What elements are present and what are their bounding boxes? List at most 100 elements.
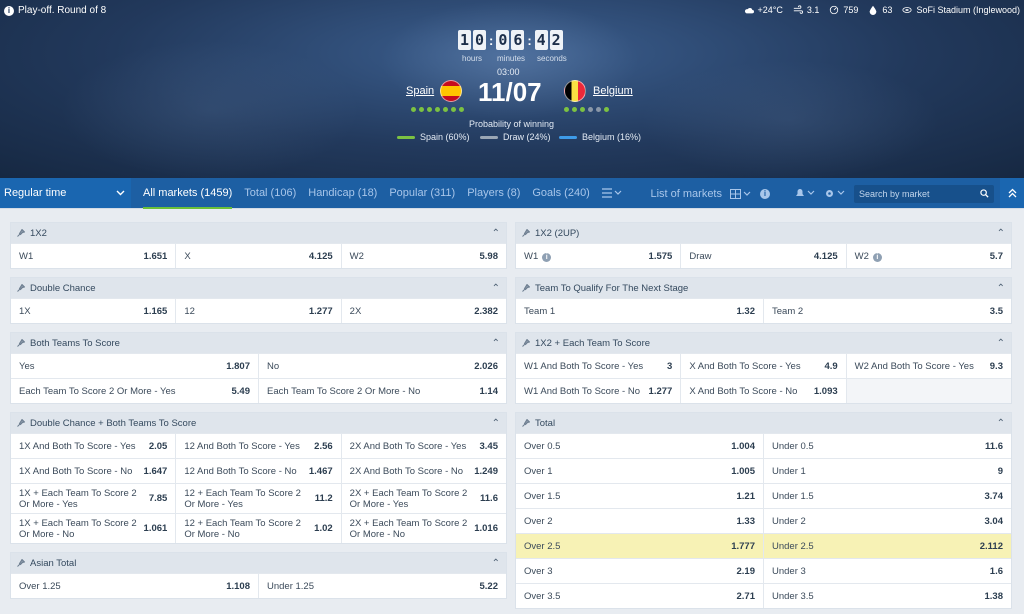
period-select[interactable]: Regular time — [0, 178, 131, 208]
tab-handicap[interactable]: Handicap (18) — [308, 178, 377, 209]
odds-cell[interactable]: W1 And Both To Score - No 1.277 — [516, 379, 682, 403]
chevron-up-icon[interactable]: ⌃ — [997, 283, 1005, 294]
pin-icon[interactable] — [522, 419, 530, 427]
odds-cell[interactable]: X 4.125 — [176, 244, 342, 268]
info-icon[interactable]: i — [872, 252, 882, 262]
odds-cell[interactable]: 1X And Both To Score - Yes 2.05 — [11, 434, 177, 458]
odds-cell[interactable]: 12 + Each Team To Score 2 Or More - Yes 1… — [176, 484, 342, 513]
odds-cell[interactable]: Yes 1.807 — [11, 354, 259, 378]
odds-cell[interactable]: Over 1.5 1.21 — [516, 484, 764, 508]
info-icon[interactable]: i — [542, 252, 552, 262]
odds-cell[interactable]: W1 And Both To Score - Yes 3 — [516, 354, 682, 378]
home-team-link[interactable]: Spain — [406, 85, 434, 97]
odds-cell[interactable]: 2X And Both To Score - Yes 3.45 — [342, 434, 506, 458]
odds-cell[interactable]: Under 1.5 3.74 — [764, 484, 1011, 508]
odds-cell[interactable]: 1X + Each Team To Score 2 Or More - No 1.… — [11, 514, 177, 543]
market-header[interactable]: Double Chance + Both Teams To Score ⌃ — [11, 413, 506, 433]
odds-cell[interactable]: Under 1 9 — [764, 459, 1011, 483]
odds-cell[interactable]: W2 And Both To Score - Yes 9.3 — [847, 354, 1011, 378]
chevron-up-icon[interactable]: ⌃ — [492, 558, 500, 569]
odds-cell[interactable]: 12 + Each Team To Score 2 Or More - No 1.… — [176, 514, 342, 543]
info-icon[interactable]: i — [760, 188, 770, 199]
odds-cell[interactable]: 2X And Both To Score - No 1.249 — [342, 459, 506, 483]
odds-cell[interactable]: Each Team To Score 2 Or More - No 1.14 — [259, 379, 506, 403]
odds-cell[interactable]: Team 1 1.32 — [516, 299, 764, 323]
tab-goals[interactable]: Goals (240) — [532, 178, 589, 209]
market-header[interactable]: Asian Total ⌃ — [11, 553, 506, 573]
pin-icon[interactable] — [17, 419, 25, 427]
odds-cell[interactable]: Under 3.5 1.38 — [764, 584, 1011, 608]
odds-cell[interactable]: 12 1.277 — [176, 299, 342, 323]
pin-icon[interactable] — [17, 339, 25, 347]
odds-cell[interactable]: X And Both To Score - Yes 4.9 — [681, 354, 847, 378]
grid-view-icon[interactable] — [730, 188, 752, 199]
search-icon[interactable] — [980, 189, 989, 198]
chevron-up-icon[interactable]: ⌃ — [492, 418, 500, 429]
odds-cell[interactable]: W1 1.651 — [11, 244, 177, 268]
market-header[interactable]: 1X2 (2UP) ⌃ — [516, 223, 1011, 243]
tab-popular[interactable]: Popular (311) — [389, 178, 455, 209]
odds-cell[interactable]: 12 And Both To Score - No 1.467 — [176, 459, 342, 483]
more-tabs-button[interactable] — [601, 178, 622, 209]
odds-cell[interactable]: Under 0.5 11.6 — [764, 434, 1011, 458]
chevron-up-icon[interactable]: ⌃ — [492, 283, 500, 294]
away-team-link[interactable]: Belgium — [593, 85, 633, 97]
collapse-header-button[interactable] — [1000, 178, 1024, 208]
odds-cell[interactable]: Each Team To Score 2 Or More - Yes 5.49 — [11, 379, 259, 403]
chevron-up-icon[interactable]: ⌃ — [997, 338, 1005, 349]
market-header[interactable]: Team To Qualify For The Next Stage ⌃ — [516, 278, 1011, 298]
odds-cell[interactable]: 2X + Each Team To Score 2 Or More - Yes 1… — [342, 484, 506, 513]
chevron-up-icon[interactable]: ⌃ — [492, 338, 500, 349]
odds-cell[interactable]: Over 2 1.33 — [516, 509, 764, 533]
pin-icon[interactable] — [17, 284, 25, 292]
market-header[interactable]: Both Teams To Score ⌃ — [11, 333, 506, 353]
chevron-up-icon[interactable]: ⌃ — [997, 228, 1005, 239]
odds-cell[interactable]: Under 1.25 5.22 — [259, 574, 506, 598]
odds-cell[interactable]: No 2.026 — [259, 354, 506, 378]
pin-icon[interactable] — [522, 284, 530, 292]
tab-all-markets[interactable]: All markets (1459) — [143, 178, 233, 209]
pin-icon[interactable] — [17, 559, 25, 567]
odds-cell[interactable]: 1X And Both To Score - No 1.647 — [11, 459, 177, 483]
tab-total[interactable]: Total (106) — [244, 178, 296, 209]
odds-cell[interactable]: Over 3.5 2.71 — [516, 584, 764, 608]
tab-players[interactable]: Players (8) — [467, 178, 520, 209]
chevron-up-icon[interactable]: ⌃ — [492, 228, 500, 239]
odds-cell[interactable]: W2 i 5.7 — [847, 244, 1011, 268]
odds-cell[interactable]: X And Both To Score - No 1.093 — [681, 379, 847, 403]
pin-icon[interactable] — [522, 229, 530, 237]
gear-icon[interactable] — [824, 188, 846, 199]
home-form-dots — [411, 107, 464, 112]
odds-cell[interactable]: Over 0.5 1.004 — [516, 434, 764, 458]
outcome-label: 2X And Both To Score - No — [349, 465, 464, 477]
odds-cell[interactable]: W2 5.98 — [342, 244, 506, 268]
outcome-label: 2X + Each Team To Score 2 Or More - No — [349, 517, 468, 540]
chevron-up-icon[interactable]: ⌃ — [997, 418, 1005, 429]
odds-cell[interactable]: Draw 4.125 — [681, 244, 847, 268]
odds-cell[interactable]: Over 1 1.005 — [516, 459, 764, 483]
market-search-input[interactable]: Search by market — [854, 184, 994, 203]
odds-cell-highlighted[interactable]: Over 2.5 1.777 — [516, 534, 764, 558]
odds-cell[interactable]: W1 i 1.575 — [516, 244, 682, 268]
bell-icon[interactable] — [794, 188, 816, 199]
odds-cell[interactable]: Under 3 1.6 — [764, 559, 1011, 583]
odds-cell-highlighted[interactable]: Under 2.5 2.112 — [764, 534, 1011, 558]
odds-cell[interactable]: Over 3 2.19 — [516, 559, 764, 583]
market-header[interactable]: Total ⌃ — [516, 413, 1011, 433]
odds-cell[interactable]: 1X 1.165 — [11, 299, 177, 323]
pin-icon[interactable] — [17, 229, 25, 237]
odds-cell[interactable]: Team 2 3.5 — [764, 299, 1011, 323]
odds-cell[interactable]: 2X + Each Team To Score 2 Or More - No 1.… — [342, 514, 506, 543]
market-header[interactable]: 1X2 + Each Team To Score ⌃ — [516, 333, 1011, 353]
market-header[interactable]: Double Chance ⌃ — [11, 278, 506, 298]
odds-cell[interactable]: Under 2 3.04 — [764, 509, 1011, 533]
odds-value: 5.22 — [479, 580, 499, 592]
odds-cell[interactable]: Over 1.25 1.108 — [11, 574, 259, 598]
market-header[interactable]: 1X2 ⌃ — [11, 223, 506, 243]
odds-cell[interactable]: 12 And Both To Score - Yes 2.56 — [176, 434, 342, 458]
odds-cell[interactable]: 2X 2.382 — [342, 299, 506, 323]
list-of-markets-label[interactable]: List of markets — [650, 188, 722, 200]
pin-icon[interactable] — [522, 339, 530, 347]
info-icon[interactable]: i — [4, 5, 14, 16]
odds-cell[interactable]: 1X + Each Team To Score 2 Or More - Yes 7… — [11, 484, 177, 513]
